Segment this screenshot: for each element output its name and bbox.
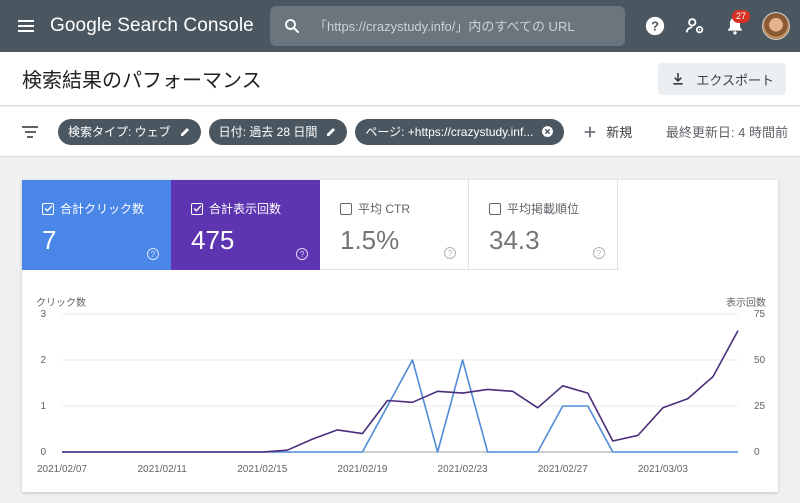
page-header: 検索結果のパフォーマンス エクスポート (0, 52, 800, 106)
performance-chart: クリック数 表示回数 0 1 2 3 0 25 50 75 2021/02/07 2021/02/… (22, 270, 778, 492)
x-tick-label: 2021/02/07 (37, 464, 87, 475)
y-right-tick-label: 75 (754, 309, 766, 320)
y-left-tick-label: 3 (40, 309, 46, 320)
page-title: 検索結果のパフォーマンス (22, 70, 262, 92)
app-brand[interactable]: Google Search Console (50, 15, 254, 37)
checkbox-unchecked-icon[interactable] (340, 202, 352, 215)
checkbox-unchecked-icon[interactable] (489, 202, 501, 215)
help-icon[interactable]: ? (296, 248, 308, 260)
x-tick-label: 2021/02/27 (538, 464, 588, 475)
checkbox-checked-icon[interactable] (191, 202, 203, 215)
search-input[interactable] (314, 18, 625, 34)
metric-tabs: 合計クリック数 7 ? 合計表示回数 475 ? 平均 CTR 1.5% ? 平… (22, 180, 778, 270)
last-updated-text: 最終更新日: 4 時間前 (665, 125, 788, 140)
x-tick-label: 2021/02/23 (438, 464, 488, 475)
help-icon[interactable]: ? (444, 247, 456, 259)
export-button[interactable]: エクスポート (658, 63, 786, 95)
x-tick-label: 2021/02/11 (137, 464, 187, 475)
x-tick-label: 2021/02/19 (337, 464, 387, 475)
filter-chip-label: 日付: 過去 28 日間 (218, 125, 318, 139)
metric-total-clicks[interactable]: 合計クリック数 7 ? (22, 180, 171, 270)
filter-chip-date[interactable]: 日付: 過去 28 日間 (208, 118, 348, 145)
new-filter-label: 新規 (606, 125, 633, 140)
export-label: エクスポート (696, 72, 774, 88)
y-right-tick-label: 0 (754, 447, 760, 458)
metric-average-ctr[interactable]: 平均 CTR 1.5% ? (320, 180, 469, 270)
svg-text:?: ? (651, 19, 659, 34)
x-tick-label: 2021/03/03 (638, 464, 688, 475)
y-left-tick-label: 1 (40, 401, 46, 412)
help-icon[interactable]: ? (147, 248, 159, 260)
y-right-tick-label: 25 (754, 401, 766, 412)
metric-label: 平均掲載順位 (507, 202, 580, 216)
notification-count-badge: 27 (732, 10, 751, 23)
plus-icon (584, 126, 596, 137)
help-icon[interactable]: ? (593, 247, 605, 259)
filter-chip-search-type[interactable]: 検索タイプ: ウェブ (58, 118, 201, 145)
metric-total-impressions[interactable]: 合計表示回数 475 ? (171, 180, 320, 270)
metric-average-position[interactable]: 平均掲載順位 34.3 ? (469, 180, 618, 270)
close-icon[interactable] (541, 125, 554, 138)
series-line-impressions (62, 330, 739, 453)
x-tick-label: 2021/02/15 (237, 464, 287, 475)
filter-chip-label: ページ: +https://crazystudy.inf... (365, 125, 534, 139)
filter-icon[interactable] (20, 125, 40, 138)
top-app-bar: Google Search Console ? 27 (0, 0, 800, 52)
menu-icon[interactable] (18, 14, 42, 38)
y-left-tick-label: 2 (40, 355, 46, 366)
filter-bar: 検索タイプ: ウェブ 日付: 過去 28 日間 ページ: +https://cr… (0, 107, 800, 157)
chart-canvas: 0 1 2 3 0 25 50 75 2021/02/07 2021/02/11 2021/02/1… (37, 309, 766, 475)
avatar[interactable] (762, 12, 790, 40)
search-icon[interactable] (270, 17, 314, 35)
help-icon[interactable]: ? (642, 13, 668, 39)
metric-label: 平均 CTR (358, 202, 410, 216)
metric-label: 合計クリック数 (60, 202, 145, 216)
edit-icon[interactable] (179, 126, 191, 138)
filter-chip-label: 検索タイプ: ウェブ (68, 125, 171, 139)
y-left-tick-label: 0 (40, 447, 46, 458)
download-icon (673, 73, 684, 85)
notifications-bell-icon[interactable]: 27 (722, 10, 751, 39)
manage-users-icon[interactable] (682, 13, 708, 39)
search-box[interactable] (270, 6, 625, 46)
edit-icon[interactable] (325, 126, 337, 138)
checkbox-checked-icon[interactable] (42, 202, 54, 215)
metric-label: 合計表示回数 (209, 202, 282, 216)
performance-card: 合計クリック数 7 ? 合計表示回数 475 ? 平均 CTR 1.5% ? 平… (22, 180, 778, 492)
new-filter-button[interactable]: 新規 (582, 122, 632, 141)
filter-chip-page[interactable]: ページ: +https://crazystudy.inf... (355, 118, 565, 145)
y-right-tick-label: 50 (754, 355, 766, 366)
